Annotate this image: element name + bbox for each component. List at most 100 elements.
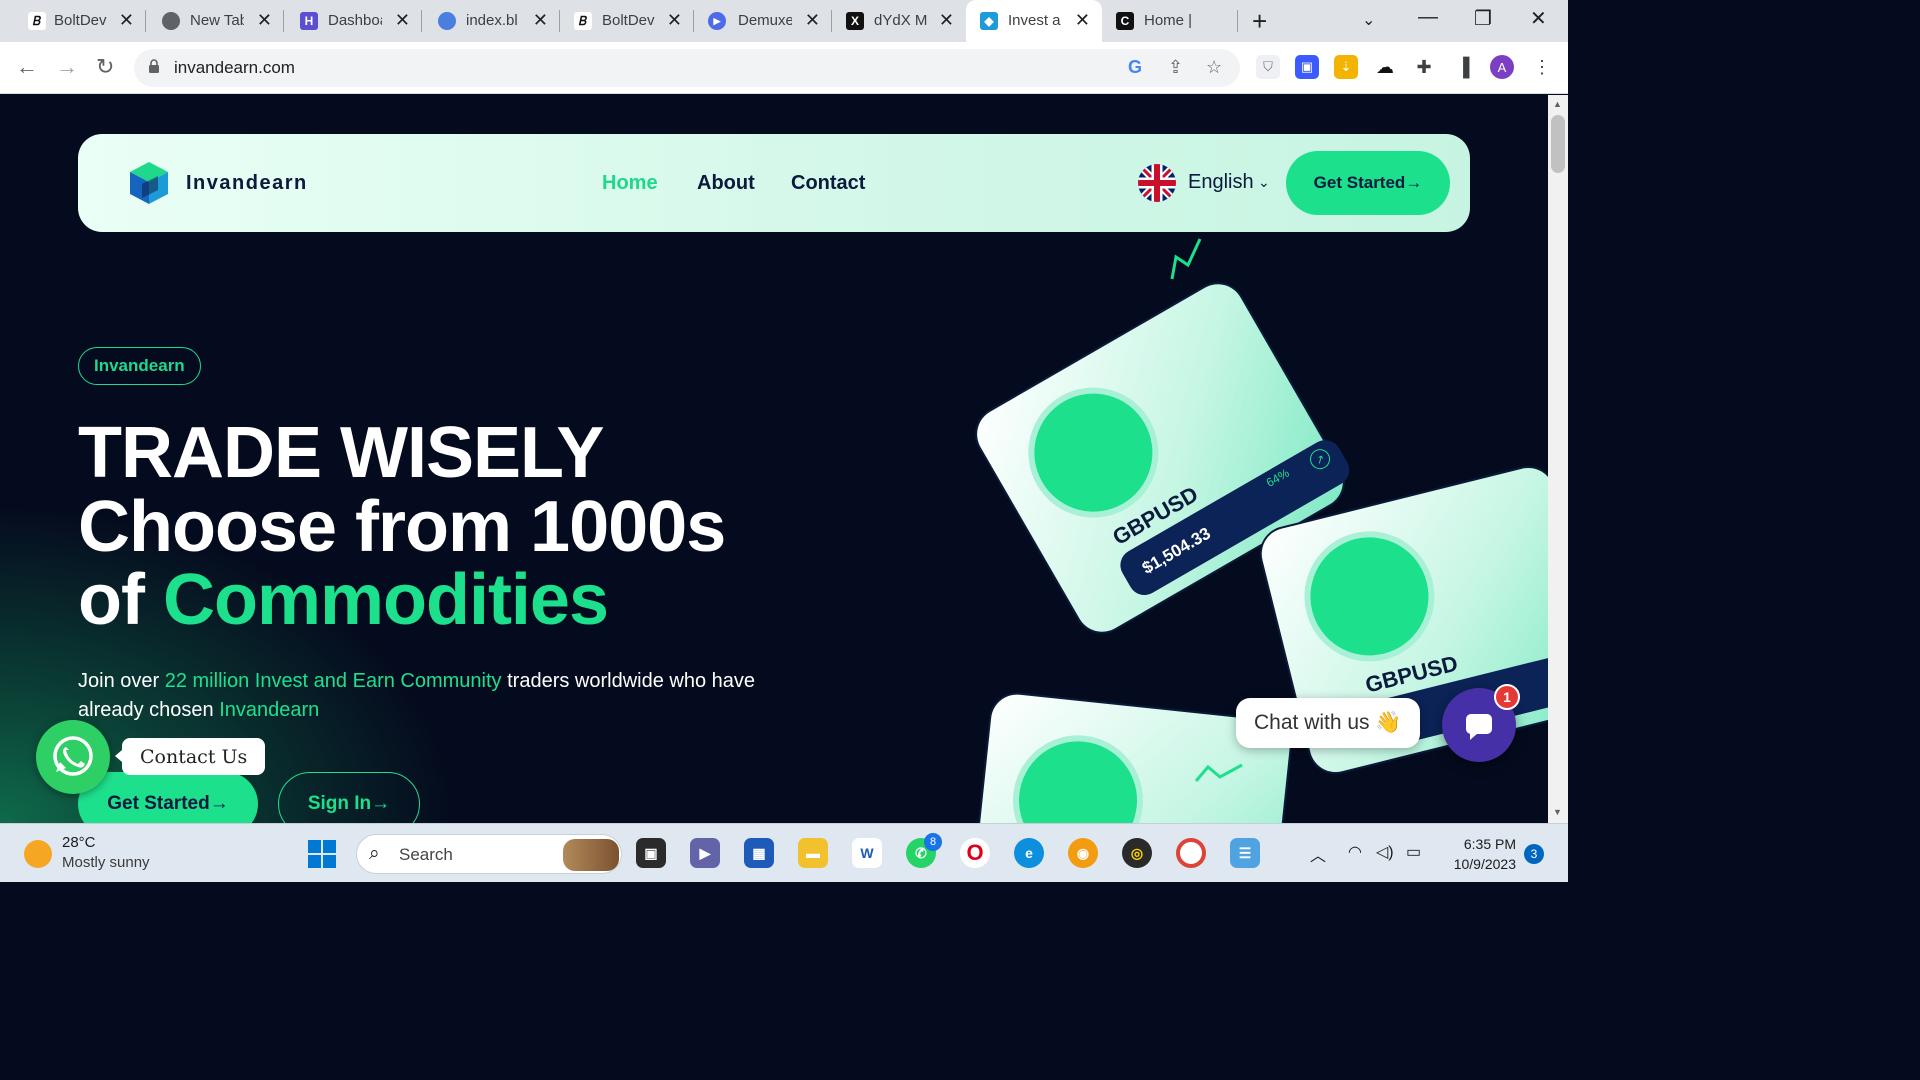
uk-flag-icon[interactable]	[1138, 164, 1176, 202]
close-icon[interactable]: ✕	[939, 10, 954, 31]
tab-home[interactable]: C Home |	[1102, 0, 1238, 42]
close-icon[interactable]: ✕	[119, 10, 134, 31]
app-icon[interactable]: W	[852, 838, 882, 868]
notepad-icon[interactable]: ☰	[1230, 838, 1260, 868]
tooltip-arrow	[115, 750, 122, 762]
battery-icon[interactable]: ▭	[1406, 842, 1421, 862]
wifi-icon[interactable]: ◠	[1348, 842, 1362, 862]
scrollbar-thumb[interactable]	[1551, 115, 1565, 173]
play-icon: ▶	[708, 12, 726, 30]
forward-arrow-icon[interactable]: →	[56, 54, 78, 80]
profile-avatar[interactable]: A	[1490, 55, 1514, 79]
google-icon[interactable]: G	[1128, 57, 1142, 78]
tab-label: New Tab	[190, 12, 244, 29]
whatsapp-contact-label[interactable]: Contact Us	[122, 738, 266, 775]
weather-temperature[interactable]: 28°C	[62, 834, 96, 851]
cloud-download-icon[interactable]: ☁	[1373, 55, 1397, 79]
weather-condition[interactable]: Mostly sunny	[62, 854, 150, 871]
sub-accent2: Invandearn	[219, 699, 320, 721]
tab-label: BoltDev	[54, 12, 107, 29]
restore-icon[interactable]: ❐	[1474, 6, 1492, 31]
search-icon: ⌕	[369, 843, 380, 864]
close-icon[interactable]: ✕	[805, 10, 820, 31]
language-selector[interactable]: English	[1188, 171, 1254, 194]
tray-overflow-chevron-icon[interactable]: ︿	[1310, 842, 1326, 866]
photo-extension-icon[interactable]: ▣	[1295, 55, 1319, 79]
hero-badge: Invandearn	[78, 347, 201, 385]
chrome-taskbar-icon[interactable]	[1176, 838, 1206, 868]
extensions-puzzle-icon[interactable]: ✚	[1412, 55, 1436, 79]
webpage: Invandearn Home About Contact English ⌄ …	[0, 95, 1548, 823]
weather-sun-icon[interactable]	[24, 840, 52, 868]
microsoft-store-icon[interactable]: ▦	[744, 838, 774, 868]
more-menu-icon[interactable]: ⋮	[1530, 55, 1554, 79]
nav-about[interactable]: About	[697, 172, 755, 195]
tab-new-tab[interactable]: New Tab ✕	[146, 0, 284, 42]
header-get-started-button[interactable]: Get Started→	[1286, 151, 1450, 215]
boltdev-icon: 𝐵	[28, 12, 46, 30]
chevron-down-icon[interactable]: ⌄	[1258, 174, 1270, 191]
tab-dydx[interactable]: X dYdX M ✕	[832, 0, 966, 42]
file-explorer-icon[interactable]: ▬	[798, 838, 828, 868]
browser-app-icon[interactable]: ◉	[1068, 838, 1098, 868]
hero-headline-line1: TRADE WISELY	[78, 413, 604, 493]
taskbar-search-box[interactable]: ⌕ Search	[356, 834, 622, 874]
brand-name[interactable]: Invandearn	[186, 172, 308, 195]
tab-label: Invest a	[1008, 12, 1061, 29]
task-view-icon[interactable]: ▣	[636, 838, 666, 868]
close-icon[interactable]: ✕	[1075, 10, 1090, 31]
tab-dashboard[interactable]: H Dashboard ✕	[284, 0, 422, 42]
teams-chat-icon[interactable]: ▶	[690, 838, 720, 868]
scroll-down-icon[interactable]: ▼	[1553, 807, 1562, 817]
tab-invandearn-active[interactable]: ◆ Invest a ✕	[966, 0, 1102, 42]
window-close-icon[interactable]: ✕	[1530, 6, 1547, 31]
notification-count-badge[interactable]: 3	[1524, 844, 1544, 864]
tab-index[interactable]: index.bl ✕	[422, 0, 560, 42]
tab-label: Demuxe	[738, 12, 792, 29]
close-icon[interactable]: ✕	[395, 10, 410, 31]
share-icon[interactable]: ⇪	[1168, 57, 1183, 78]
whatsapp-button[interactable]	[36, 720, 110, 794]
tab-separator	[1237, 10, 1238, 32]
tab-demuxe[interactable]: ▶ Demuxe ✕	[694, 0, 832, 42]
edge-icon[interactable]: e	[1014, 838, 1044, 868]
lock-icon	[149, 59, 159, 73]
clock-time: 6:35 PM	[1463, 836, 1516, 852]
close-icon[interactable]: ✕	[667, 10, 682, 31]
opera-icon[interactable]: O	[960, 838, 990, 868]
volume-icon[interactable]: ◁)	[1376, 842, 1394, 862]
browser-tab-bar: 𝐵 BoltDev ✕ New Tab ✕ H Dashboard ✕ inde…	[0, 0, 1568, 42]
system-clock[interactable]: 6:35 PM 10/9/2023	[1444, 834, 1516, 874]
new-tab-plus-icon[interactable]: +	[1252, 6, 1267, 37]
shield-extension-icon[interactable]: ⛉	[1256, 55, 1280, 79]
close-icon[interactable]: ✕	[257, 10, 272, 31]
app-icon[interactable]: ◎	[1122, 838, 1152, 868]
invandearn-logo-icon[interactable]	[128, 160, 170, 206]
chat-greeting-bubble[interactable]: Chat with us 👋	[1236, 698, 1420, 748]
windows-start-icon[interactable]	[308, 840, 336, 868]
download-folder-icon[interactable]: ⇣	[1334, 55, 1358, 79]
scroll-up-icon[interactable]: ▲	[1553, 99, 1562, 109]
address-bar[interactable]: invandearn.com G ⇪ ☆	[134, 49, 1240, 87]
bookmark-star-icon[interactable]: ☆	[1206, 57, 1222, 78]
hero-headline-line3: of Commodities	[78, 564, 609, 636]
back-arrow-icon[interactable]: ←	[16, 54, 38, 80]
close-icon[interactable]: ✕	[533, 10, 548, 31]
hero-sign-in-button[interactable]: Sign In→	[278, 772, 420, 823]
trend-up-icon	[1194, 763, 1243, 782]
tab-search-chevron-icon[interactable]: ⌄	[1362, 10, 1375, 30]
windows-taskbar: 28°C Mostly sunny ⌕ Search ▣ ▶ ▦ ▬ W ✆ 8…	[0, 823, 1568, 882]
reload-icon[interactable]: ↻	[96, 54, 114, 80]
nav-contact[interactable]: Contact	[791, 172, 865, 195]
chat-unread-badge: 1	[1494, 684, 1520, 710]
side-panel-icon[interactable]: ▐	[1451, 55, 1475, 79]
tab-boltdev-2[interactable]: 𝐵 BoltDev ✕	[560, 0, 694, 42]
minimize-icon[interactable]: —	[1418, 6, 1438, 29]
page-scrollbar[interactable]: ▲ ▼	[1548, 95, 1568, 823]
nav-home[interactable]: Home	[602, 172, 658, 195]
tab-label: Dashboard	[328, 12, 382, 29]
dashboard-icon: H	[300, 12, 318, 30]
card-percent: 64%	[1263, 465, 1292, 490]
chrome-icon	[162, 12, 180, 30]
tab-boltdev[interactable]: 𝐵 BoltDev ✕	[8, 0, 146, 42]
